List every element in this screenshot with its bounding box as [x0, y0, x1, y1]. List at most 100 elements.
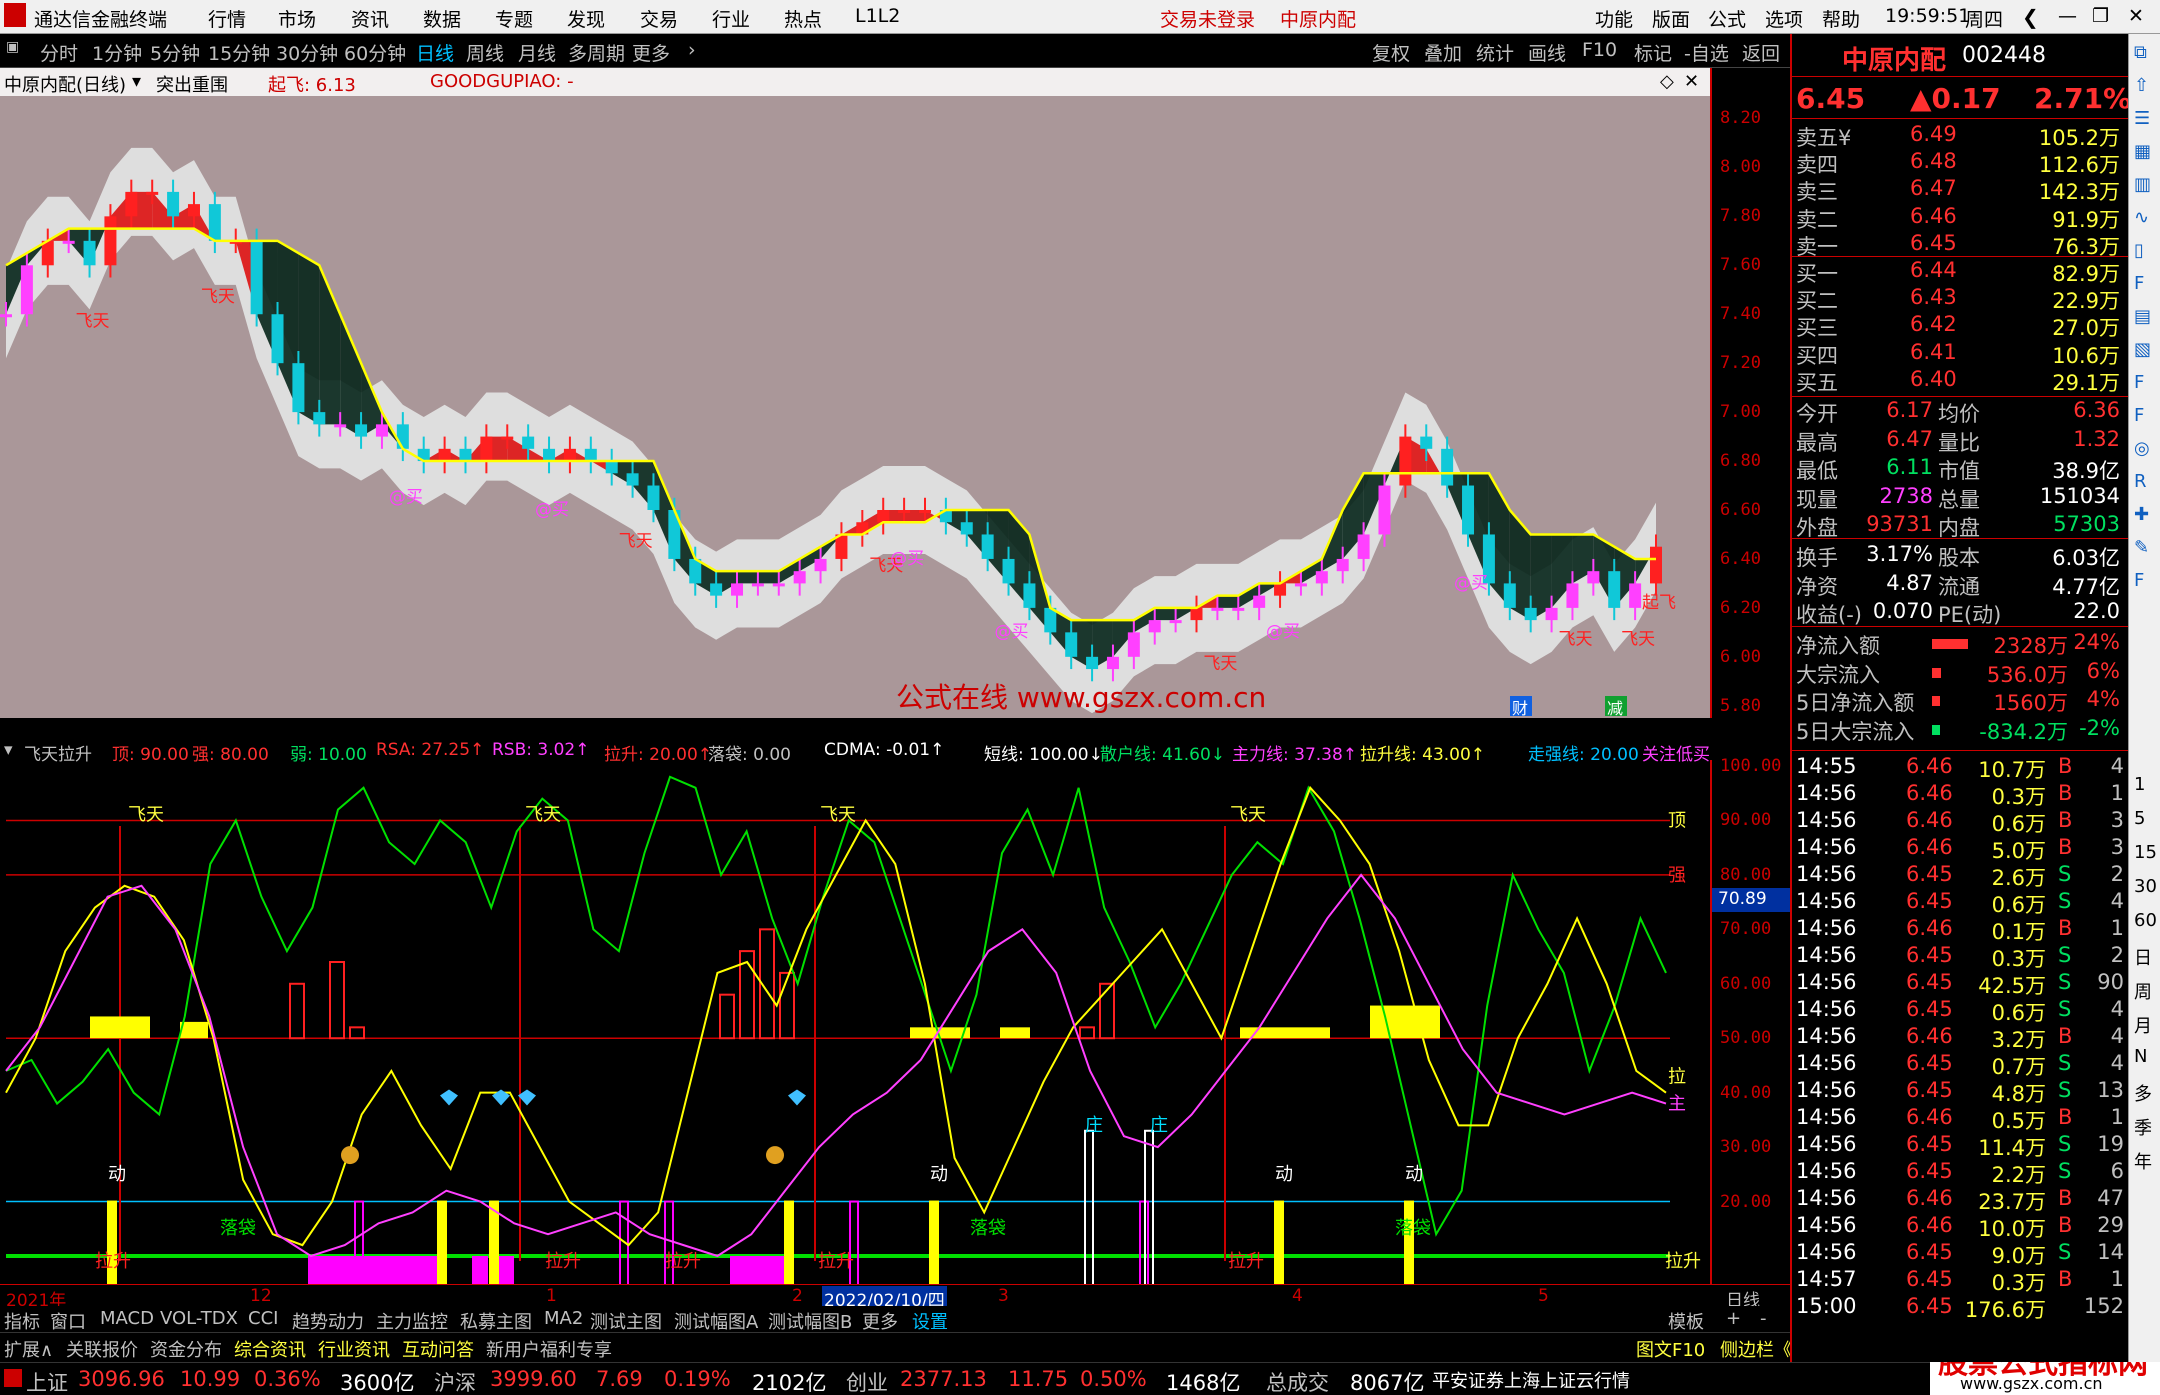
tab-macd[interactable]: MACD	[100, 1308, 154, 1329]
fs-icon[interactable]: F	[2134, 570, 2144, 591]
period-week[interactable]: 周线	[466, 39, 504, 66]
menu-zixun[interactable]: 资讯	[351, 5, 389, 32]
bid-price[interactable]: 6.43	[1910, 285, 1957, 309]
btn-fuquan[interactable]: 复权	[1372, 39, 1410, 66]
close-icon[interactable]: ✕	[2128, 5, 2144, 27]
sidebar-period-8[interactable]: N	[2134, 1046, 2147, 1067]
up-icon[interactable]: ⇧	[2134, 75, 2149, 96]
sidebar-period-7[interactable]: 月	[2134, 1012, 2152, 1038]
close-pane-icon[interactable]: ✕	[1684, 71, 1699, 92]
sidebar-period-5[interactable]: 日	[2134, 944, 2152, 970]
ext-fuli[interactable]: 新用户福利专享	[486, 1336, 612, 1362]
collapse-icon[interactable]: ▣	[6, 39, 19, 55]
kline-chart[interactable]: 飞天飞天飞天飞天飞天飞天 飞天@买@买@买@买 @买@买起飞财减	[0, 68, 1710, 718]
btn-zixuan[interactable]: -自选	[1684, 39, 1729, 66]
menu-redian[interactable]: 热点	[784, 5, 822, 32]
tab-zhuli[interactable]: 主力监控	[376, 1308, 448, 1334]
tab-qushi[interactable]: 趋势动力	[292, 1308, 364, 1334]
bid-price[interactable]: 6.41	[1910, 340, 1957, 364]
tab-vol-tdx[interactable]: VOL-TDX	[160, 1308, 238, 1329]
indicator-dropdown-icon[interactable]: ▾	[4, 740, 13, 760]
sidebar-period-1[interactable]: 5	[2134, 808, 2145, 829]
menu-xuanxiang[interactable]: 选项	[1765, 5, 1803, 32]
menu-shichang[interactable]: 市场	[278, 5, 316, 32]
period-1min[interactable]: 1分钟	[92, 39, 142, 66]
cy-label[interactable]: 创业	[846, 1367, 888, 1395]
menu-banmian[interactable]: 版面	[1652, 5, 1690, 32]
btn-huaxian[interactable]: 画线	[1528, 39, 1566, 66]
period-day[interactable]: 日线	[416, 39, 454, 66]
menu-jiaoyi[interactable]: 交易	[640, 5, 678, 32]
indicator-chart[interactable]: 飞天 飞天 飞天 飞天庄 庄动 动 动 动落袋 落袋 落袋拉升 拉升 拉升 拉升 拉升 拉升 顶强拉主	[0, 736, 1710, 1321]
hs-label[interactable]: 沪深	[434, 1367, 476, 1395]
menu-bangzhu[interactable]: 帮助	[1822, 5, 1860, 32]
ask-price[interactable]: 6.46	[1910, 204, 1957, 228]
period-more[interactable]: 更多	[632, 39, 670, 66]
period-60min[interactable]: 60分钟	[344, 39, 406, 66]
sidebar-period-9[interactable]: 多	[2134, 1080, 2152, 1106]
tab-cci[interactable]: CCI	[248, 1308, 278, 1329]
list-icon[interactable]: ☰	[2134, 108, 2150, 129]
btn-diejia[interactable]: 叠加	[1424, 39, 1462, 66]
menu-gongshi[interactable]: 公式	[1708, 5, 1746, 32]
ask-price[interactable]: 6.47	[1910, 176, 1957, 200]
btn-tongji[interactable]: 统计	[1476, 39, 1514, 66]
ask-price[interactable]: 6.48	[1910, 149, 1957, 173]
ext-toggle[interactable]: 扩展∧	[4, 1336, 53, 1362]
tab-chuangkou[interactable]: 窗口	[50, 1308, 86, 1334]
tab-more[interactable]: 更多	[862, 1308, 898, 1334]
period-5min[interactable]: 5分钟	[150, 39, 200, 66]
tab-ceshi-b[interactable]: 测试幅图B	[768, 1308, 852, 1334]
pen-icon[interactable]: ✎	[2134, 537, 2149, 558]
menu-hangye[interactable]: 行业	[712, 5, 750, 32]
expand-icon[interactable]: ⧉	[2134, 42, 2147, 63]
f13-icon[interactable]: F	[2134, 405, 2144, 426]
login-status[interactable]: 交易未登录	[1160, 5, 1255, 32]
main-kline-pane[interactable]: 飞天 飞天 飞天 飞天 飞天 飞天 飞天 @买 @买 @买 @买 @买 @买 起飞财减	[0, 68, 1710, 718]
btn-fanhui[interactable]: 返回	[1742, 39, 1780, 66]
ext-guanlian[interactable]: 关联报价	[66, 1336, 138, 1362]
ask-price[interactable]: 6.49	[1910, 122, 1957, 146]
menu-l1l2[interactable]: L1L2	[855, 5, 900, 27]
period-15min[interactable]: 15分钟	[208, 39, 270, 66]
period-fenshi[interactable]: 分时	[40, 39, 78, 66]
menu-faxian[interactable]: 发现	[567, 5, 605, 32]
bid-price[interactable]: 6.42	[1910, 312, 1957, 336]
candle-icon[interactable]: ▯	[2134, 240, 2144, 261]
tab-template[interactable]: 模板	[1668, 1308, 1704, 1334]
ext-hudong[interactable]: 互动问答	[402, 1336, 474, 1362]
period-multi[interactable]: 多周期	[568, 39, 625, 66]
btn-f10[interactable]: F10	[1582, 39, 1617, 61]
period-month[interactable]: 月线	[518, 39, 556, 66]
btn-biaoji[interactable]: 标记	[1634, 39, 1672, 66]
sidebar-period-10[interactable]: 季	[2134, 1114, 2152, 1140]
pane-divider[interactable]	[0, 718, 1710, 736]
menu-shuju[interactable]: 数据	[423, 5, 461, 32]
sidebar-period-3[interactable]: 30	[2134, 876, 2157, 897]
ask-price[interactable]: 6.45	[1910, 231, 1957, 255]
circle-icon[interactable]: ◎	[2134, 438, 2150, 459]
sidebar-period-0[interactable]: 1	[2134, 774, 2145, 795]
grid-icon[interactable]: ▦	[2134, 141, 2151, 162]
tab-ma2[interactable]: MA2	[544, 1308, 583, 1329]
chevron-right-icon[interactable]: ›	[688, 39, 696, 61]
ext-sidebar[interactable]: 侧边栏《	[1720, 1336, 1792, 1362]
tab-zhibiao[interactable]: 指标	[4, 1308, 40, 1334]
plus-icon[interactable]: ✚	[2134, 504, 2149, 525]
tab-settings[interactable]: 设置	[912, 1308, 948, 1334]
sidebar-period-4[interactable]: 60	[2134, 910, 2157, 931]
dropdown-icon[interactable]: ▾	[132, 71, 141, 92]
f12-icon[interactable]: F	[2134, 372, 2144, 393]
back-icon[interactable]: ❮	[2022, 5, 2039, 29]
line-icon[interactable]: ∿	[2134, 207, 2149, 228]
diamond-icon[interactable]: ◇	[1660, 71, 1674, 92]
sidebar-period-2[interactable]: 15	[2134, 842, 2157, 863]
doc-icon[interactable]: ▧	[2134, 339, 2151, 360]
ext-zonghe[interactable]: 综合资讯	[234, 1336, 306, 1362]
tab-simu[interactable]: 私募主图	[460, 1308, 532, 1334]
sh-label[interactable]: 上证	[26, 1367, 68, 1395]
ext-zijin[interactable]: 资金分布	[150, 1336, 222, 1362]
ext-f10[interactable]: 图文F10	[1636, 1336, 1705, 1362]
tab-remove[interactable]: -	[1760, 1308, 1767, 1329]
menu-zhuanti[interactable]: 专题	[495, 5, 533, 32]
